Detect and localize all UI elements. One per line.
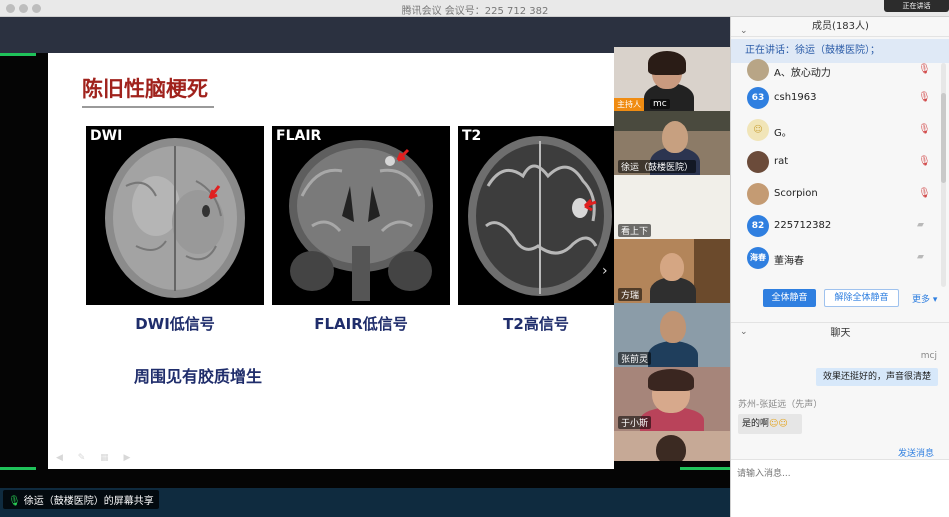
side-panel: ⌄ 成员(183人) 正在讲话：徐运（鼓楼医院）； A、放心动力 🎙 63 cs… xyxy=(730,17,949,517)
presentation-slide: 陈旧性脑梗死 DWI DWI低信号 FLAIR FLAIR低信号 T2 T2高信… xyxy=(48,53,614,469)
slide-title: 陈旧性脑梗死 xyxy=(82,77,208,101)
flair-scan-image: FLAIR xyxy=(272,126,450,305)
scroll-thumb[interactable] xyxy=(941,93,946,183)
participant-name: 于小斯 xyxy=(618,416,652,429)
chat-input[interactable] xyxy=(737,466,937,482)
video-tile[interactable]: 方瑞 xyxy=(614,239,730,303)
person-silhouette xyxy=(648,341,698,367)
member-name: csh1963 xyxy=(774,92,817,103)
avatar xyxy=(747,183,769,205)
scan-caption: T2高信号 xyxy=(503,315,569,333)
slide-note: 周围见有胶质增生 xyxy=(134,367,263,386)
camera-off-icon[interactable]: ▰ xyxy=(917,252,924,262)
person-hair xyxy=(648,369,694,391)
member-name: rat xyxy=(774,156,789,167)
share-indicator-bar xyxy=(0,467,36,470)
scan-label: T2 xyxy=(462,128,482,144)
camera-off-icon[interactable]: ▰ xyxy=(917,220,924,230)
window-title: 腾讯会议 会议号：225 712 382 xyxy=(401,6,549,17)
share-indicator-bar xyxy=(0,53,36,56)
avatar: ☺ xyxy=(747,119,769,141)
mute-all-button[interactable]: 全体静音 xyxy=(763,289,816,307)
member-item[interactable]: Scorpion 🎙 xyxy=(731,179,939,211)
member-name: 225712382 xyxy=(774,220,832,231)
video-tile[interactable]: 徐运（鼓楼医院） xyxy=(614,111,730,175)
member-item[interactable]: 海春 董海春 ▰ xyxy=(731,243,939,275)
more-label: 更多 xyxy=(912,295,931,305)
participant-name: 看上下 xyxy=(618,224,652,237)
members-header: ⌄ 成员(183人) xyxy=(731,17,949,37)
participant-name: 徐运（鼓楼医院） xyxy=(618,160,697,173)
participant-name: mc xyxy=(650,99,670,109)
avatar: 海春 xyxy=(747,247,769,269)
send-message-link[interactable]: 发送消息 xyxy=(898,446,934,459)
member-item[interactable]: ☺ G。 🎙 xyxy=(731,115,939,147)
scan-label: DWI xyxy=(90,128,123,144)
person-face xyxy=(662,121,688,153)
mic-muted-icon[interactable]: 🎙 xyxy=(918,64,931,75)
dwi-scan-image: DWI xyxy=(86,126,264,305)
share-text: 徐运（鼓楼医院）的屏幕共享 xyxy=(23,496,154,507)
next-page-arrow-icon[interactable]: › xyxy=(602,263,608,279)
maximize-window-icon[interactable] xyxy=(32,4,41,13)
mic-muted-icon[interactable]: 🎙 xyxy=(918,92,931,103)
avatar xyxy=(747,151,769,173)
member-name: 董海春 xyxy=(774,256,804,267)
video-tiles: 主持人 mc 徐运（鼓楼医院） 看上下 方瑞 张前灵 于小斯 xyxy=(614,47,730,461)
video-tile[interactable]: 于小斯 xyxy=(614,367,730,431)
avatar: 82 xyxy=(747,215,769,237)
minimize-window-icon[interactable] xyxy=(19,4,28,13)
mic-muted-icon[interactable]: 🎙 xyxy=(918,188,931,199)
members-scrollbar[interactable] xyxy=(941,63,946,287)
chat-message: 是的啊☺☺ xyxy=(738,414,802,434)
members-title: 成员(183人) xyxy=(812,21,869,32)
scan-label: FLAIR xyxy=(276,128,322,144)
scan-caption: FLAIR低信号 xyxy=(314,315,408,333)
close-window-icon[interactable] xyxy=(6,4,15,13)
smile-emoji-icon: ☺☺ xyxy=(769,419,788,429)
cabinet xyxy=(694,239,730,303)
video-tile[interactable] xyxy=(614,431,730,461)
person-hair xyxy=(656,435,686,461)
participant-name: 方瑞 xyxy=(618,288,643,301)
avatar: 63 xyxy=(747,87,769,109)
video-tile[interactable]: 主持人 mc xyxy=(614,47,730,111)
member-name: A、放心动力 xyxy=(774,68,831,79)
collapse-icon[interactable]: ⌄ xyxy=(740,21,748,41)
person-face xyxy=(660,311,686,343)
title-bar: 腾讯会议 会议号：225 712 382 xyxy=(0,0,949,17)
mic-muted-icon[interactable]: 🎙 xyxy=(918,124,931,135)
mic-active-icon: 🎙 xyxy=(8,496,21,507)
unmute-all-button[interactable]: 解除全体静音 xyxy=(824,289,899,307)
mic-muted-icon[interactable]: 🎙 xyxy=(918,156,931,167)
avatar xyxy=(747,59,769,81)
video-tile[interactable]: 看上下 xyxy=(614,175,730,239)
chat-message: 效果还挺好的，声音很清楚 xyxy=(816,368,938,386)
screen-share-indicator: 🎙 徐运（鼓楼医院）的屏幕共享 xyxy=(3,490,159,509)
status-bar: 🎙 徐运（鼓楼医院）的屏幕共享 xyxy=(0,488,730,517)
message-sender: 苏州-张延远（先声） xyxy=(738,400,823,410)
slide-toolbar[interactable]: ◀ ✎ ▦ ▶ xyxy=(56,453,136,463)
message-sender: mcj xyxy=(920,351,937,361)
meeting-window: 腾讯会议 会议号：225 712 382 陈旧性脑梗死 DWI DWI低信号 F… xyxy=(0,0,949,517)
participant-name: 张前灵 xyxy=(618,352,652,365)
host-badge: 主持人 xyxy=(614,98,644,111)
person-hair xyxy=(648,51,686,75)
member-item[interactable]: 63 csh1963 🎙 xyxy=(731,83,939,115)
title-divider xyxy=(82,106,214,108)
t2-scan-image: T2 xyxy=(458,126,614,305)
member-item[interactable]: rat 🎙 xyxy=(731,147,939,179)
speaker-tab[interactable]: 正在讲话 xyxy=(884,0,949,12)
person-face xyxy=(660,253,684,281)
member-item[interactable]: 82 225712382 ▰ xyxy=(731,211,939,243)
share-indicator-bar xyxy=(680,467,730,470)
more-button[interactable]: 更多 ▾ xyxy=(912,292,937,305)
scan-caption: DWI低信号 xyxy=(135,315,215,333)
chat-header: 聊天 xyxy=(731,322,949,344)
member-name: G。 xyxy=(774,128,792,139)
chat-input-area[interactable] xyxy=(731,459,949,517)
video-tile[interactable]: 张前灵 xyxy=(614,303,730,367)
member-name: Scorpion xyxy=(774,188,818,199)
chat-message-text: 是的啊 xyxy=(742,419,770,429)
